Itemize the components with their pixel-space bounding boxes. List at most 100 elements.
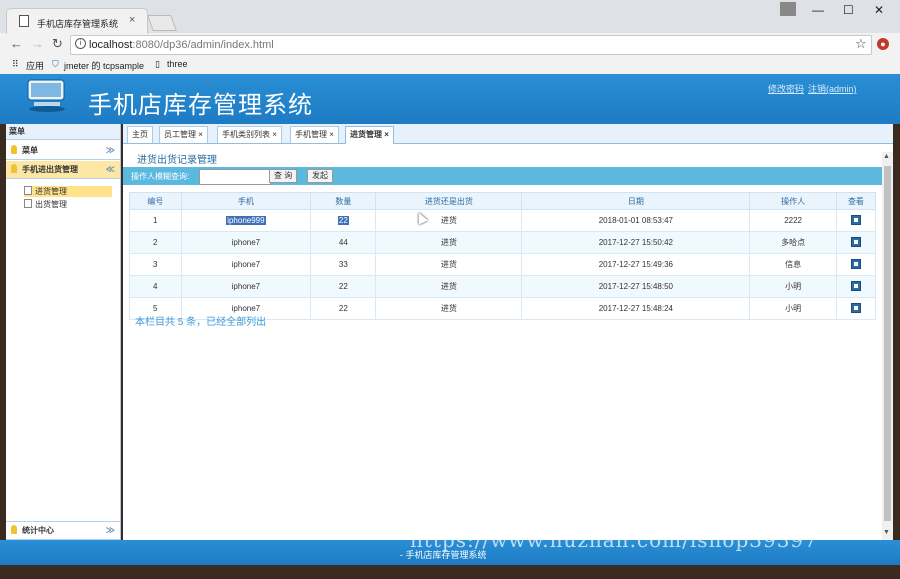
tab-stock-in[interactable]: 进货管理 ×: [345, 126, 394, 144]
cell-qty: 33: [310, 253, 377, 276]
watermark-text: https://www.huzhan.com/ishop39397: [410, 528, 818, 552]
doc-icon: [24, 186, 32, 195]
table-row[interactable]: 1 iphone999 22 进货 2018-01-01 08:53:47 22…: [129, 209, 877, 232]
table-row[interactable]: 2 iphone7 44 进货 2017-12-27 15:50:42 多哈点: [129, 231, 877, 254]
close-icon[interactable]: ×: [272, 130, 277, 139]
bookmark-jmeter[interactable]: jmeter 的 tcpsample: [64, 59, 144, 72]
sidebar-panel-menu[interactable]: 菜单 ≫: [6, 142, 120, 160]
cell-type: 进货: [375, 297, 523, 320]
cell-operator: 信息: [749, 253, 837, 276]
search-bar: 操作人模糊查询: 查 询 发起: [123, 167, 882, 185]
app-title: 手机店库存管理系统: [88, 92, 313, 119]
browser-tab-title: 手机店库存管理系统: [37, 19, 119, 29]
column-header[interactable]: 编号: [129, 192, 182, 210]
tab-staff[interactable]: 员工管理 ×: [159, 126, 208, 143]
records-table: 编号 手机 数量 进货还是出货 日期 操作人 查看 1 iphone999 22…: [129, 192, 877, 320]
back-icon[interactable]: ←: [10, 36, 23, 51]
column-header[interactable]: 操作人: [749, 192, 837, 210]
page-icon: [19, 15, 29, 27]
operator-search-input[interactable]: [199, 169, 271, 185]
cell-phone: iphone7: [180, 275, 312, 298]
cell-phone: iphone7: [180, 253, 312, 276]
close-tab-icon[interactable]: ×: [129, 14, 135, 26]
apps-icon[interactable]: ⠿: [12, 59, 19, 70]
bookmark-apps[interactable]: 应用: [26, 59, 44, 72]
cell-operator: 小明: [749, 297, 837, 320]
logout-link[interactable]: 注销(admin): [808, 82, 857, 95]
profile-icon[interactable]: [780, 2, 796, 16]
sidebar-panel-label: 手机进出货管理: [22, 165, 78, 174]
cell-date: 2018-01-01 08:53:47: [521, 209, 751, 232]
cell-date: 2017-12-27 15:48:50: [521, 275, 751, 298]
reload-icon[interactable]: ↻: [52, 36, 63, 52]
cell-qty: 22: [310, 209, 377, 232]
tab-phone-manage[interactable]: 手机管理 ×: [290, 126, 339, 143]
column-header[interactable]: 数量: [310, 192, 377, 210]
cell-phone: iphone999: [180, 209, 312, 232]
sidebar-item-stock-in[interactable]: 进货管理: [24, 186, 112, 197]
section-title: 进货出货记录管理: [137, 155, 217, 166]
scroll-down-icon[interactable]: ▼: [883, 529, 890, 536]
cell-qty: 22: [310, 275, 377, 298]
forward-icon[interactable]: →: [31, 36, 44, 51]
expand-icon[interactable]: ≫: [106, 142, 115, 159]
column-header[interactable]: 进货还是出货: [375, 192, 523, 210]
sidebar: 菜单 菜单 ≫ 手机进出货管理 ≪ 进货管理 出货管理 统计中心 ≫: [6, 124, 121, 540]
bookmark-three[interactable]: three: [167, 59, 188, 69]
cell-id: 4: [129, 275, 182, 298]
cell-type: 进货: [375, 275, 523, 298]
extension-icon[interactable]: ●: [877, 38, 889, 50]
content-tabs: 主页 员工管理 × 手机类别列表 × 手机管理 × 进货管理 ×: [123, 124, 893, 144]
cell-id: 1: [129, 209, 182, 232]
new-tab-button[interactable]: [147, 15, 177, 31]
vertical-scrollbar[interactable]: ▲ ▼: [882, 152, 893, 540]
sidebar-panel-stats[interactable]: 统计中心 ≫: [6, 521, 120, 540]
tab-home[interactable]: 主页: [127, 126, 153, 143]
close-icon[interactable]: ×: [384, 130, 389, 139]
table-row[interactable]: 3 iphone7 33 进货 2017-12-27 15:49:36 信息: [129, 253, 877, 276]
cell-id: 3: [129, 253, 182, 276]
reset-button[interactable]: 发起: [307, 169, 333, 183]
browser-tab[interactable]: 手机店库存管理系统 ×: [6, 8, 148, 34]
column-header[interactable]: 查看: [835, 192, 877, 210]
scroll-up-icon[interactable]: ▲: [883, 153, 890, 160]
tab-phone-category[interactable]: 手机类别列表 ×: [217, 126, 282, 143]
monitor-logo-icon: [27, 79, 65, 112]
minimize-button[interactable]: —: [812, 3, 824, 17]
collapse-icon[interactable]: ≪: [106, 161, 115, 178]
sidebar-panel-stock[interactable]: 手机进出货管理 ≪: [6, 161, 120, 179]
edit-icon[interactable]: [850, 236, 861, 247]
cell-qty-text: 22: [337, 216, 349, 225]
cell-operator: 小明: [749, 275, 837, 298]
cell-id: 2: [129, 231, 182, 254]
edit-icon[interactable]: [850, 302, 861, 313]
bookmark-star-icon[interactable]: ☆: [855, 36, 867, 52]
change-password-link[interactable]: 修改密码: [768, 82, 804, 95]
column-header[interactable]: 手机: [180, 192, 312, 210]
close-icon[interactable]: ×: [198, 130, 203, 139]
cell-view: [835, 253, 877, 276]
close-icon[interactable]: ×: [329, 130, 334, 139]
cell-date: 2017-12-27 15:50:42: [521, 231, 751, 254]
scrollbar-thumb[interactable]: [884, 166, 891, 521]
browser-tabstrip: 手机店库存管理系统 × — ☐ ✕: [0, 0, 900, 34]
edit-icon[interactable]: [850, 214, 861, 225]
search-label: 操作人模糊查询:: [131, 172, 190, 181]
maximize-button[interactable]: ☐: [843, 3, 854, 17]
expand-icon[interactable]: ≫: [106, 522, 115, 539]
url-text: localhost:8080/dp36/admin/index.html: [89, 39, 274, 51]
edit-icon[interactable]: [850, 280, 861, 291]
close-window-button[interactable]: ✕: [874, 3, 884, 17]
cell-view: [835, 297, 877, 320]
sidebar-item-stock-out[interactable]: 出货管理: [24, 199, 67, 210]
cell-operator: 多哈点: [749, 231, 837, 254]
info-icon[interactable]: i: [75, 38, 86, 49]
cell-type: 进货: [375, 209, 523, 232]
sidebar-panel-label: 统计中心: [22, 526, 54, 535]
column-header[interactable]: 日期: [521, 192, 751, 210]
table-row[interactable]: 4 iphone7 22 进货 2017-12-27 15:48:50 小明: [129, 275, 877, 298]
edit-icon[interactable]: [850, 258, 861, 269]
query-button[interactable]: 查 询: [269, 169, 298, 183]
address-bar[interactable]: i localhost:8080/dp36/admin/index.html ☆: [70, 35, 872, 55]
bulb-icon: [11, 525, 17, 534]
